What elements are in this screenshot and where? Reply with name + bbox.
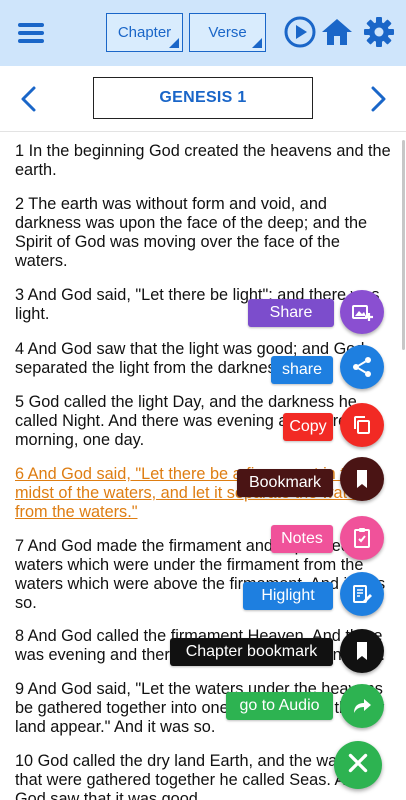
clipboard-check-icon[interactable]	[340, 516, 384, 560]
share-image-label[interactable]: Share	[248, 299, 334, 327]
copy-label[interactable]: Copy	[283, 413, 333, 441]
bookmark-icon[interactable]	[340, 457, 384, 501]
verse-select-label: Verse	[208, 24, 247, 41]
chapter-title[interactable]: GENESIS 1	[93, 77, 313, 119]
dropdown-triangle-icon	[252, 38, 262, 48]
share-label[interactable]: share	[271, 356, 333, 384]
image-add-icon[interactable]	[340, 290, 384, 334]
scrollbar[interactable]	[402, 140, 405, 350]
chapter-bookmark-label[interactable]: Chapter bookmark	[170, 638, 333, 666]
edit-note-icon[interactable]	[340, 572, 384, 616]
bookmark-label[interactable]: Bookmark	[237, 469, 333, 497]
verse-line: waters.	[15, 252, 68, 270]
gear-icon[interactable]	[362, 15, 396, 49]
verse-2[interactable]: 2 The earth was without form and void, a…	[15, 195, 405, 271]
verse-line: earth.	[15, 161, 57, 179]
chapter-select[interactable]: Chapter	[106, 13, 183, 52]
play-circle-icon[interactable]	[283, 15, 317, 49]
audio-label[interactable]: go to Audio	[226, 692, 333, 720]
verse-line: Spirit of God was moving over the face o…	[15, 233, 340, 251]
close-fab-button[interactable]	[334, 741, 382, 789]
share-icon[interactable]	[340, 345, 384, 389]
chapter-title-text: GENESIS 1	[159, 89, 247, 106]
bookmark-icon[interactable]	[340, 629, 384, 673]
forward-arrow-icon[interactable]	[340, 684, 384, 728]
verse-line: 2 The earth was without form and void, a…	[15, 195, 327, 213]
chevron-right-icon[interactable]	[364, 84, 392, 114]
verse-line: waters which were under the firmament fr…	[15, 556, 364, 574]
top-toolbar: Chapter Verse	[0, 0, 406, 66]
verse-select[interactable]: Verse	[189, 13, 266, 52]
verse-line: God saw that it was good.	[15, 790, 203, 800]
notes-label[interactable]: Notes	[271, 525, 333, 553]
close-icon	[345, 750, 371, 781]
chevron-left-icon[interactable]	[15, 84, 43, 114]
verse-line: from the waters."	[15, 503, 138, 521]
verse-line: darkness was upon the face of the deep; …	[15, 214, 368, 232]
home-icon[interactable]	[320, 15, 354, 49]
verse-line: 1 In the beginning God created the heave…	[15, 142, 391, 160]
verse-1[interactable]: 1 In the beginning God created the heave…	[15, 142, 405, 180]
menu-icon[interactable]	[14, 18, 48, 48]
chapter-nav-bar: GENESIS 1	[0, 66, 406, 132]
chapter-select-label: Chapter	[117, 24, 172, 41]
highlight-label[interactable]: Higlight	[243, 582, 333, 610]
copy-icon[interactable]	[340, 403, 384, 447]
dropdown-triangle-icon	[169, 38, 179, 48]
